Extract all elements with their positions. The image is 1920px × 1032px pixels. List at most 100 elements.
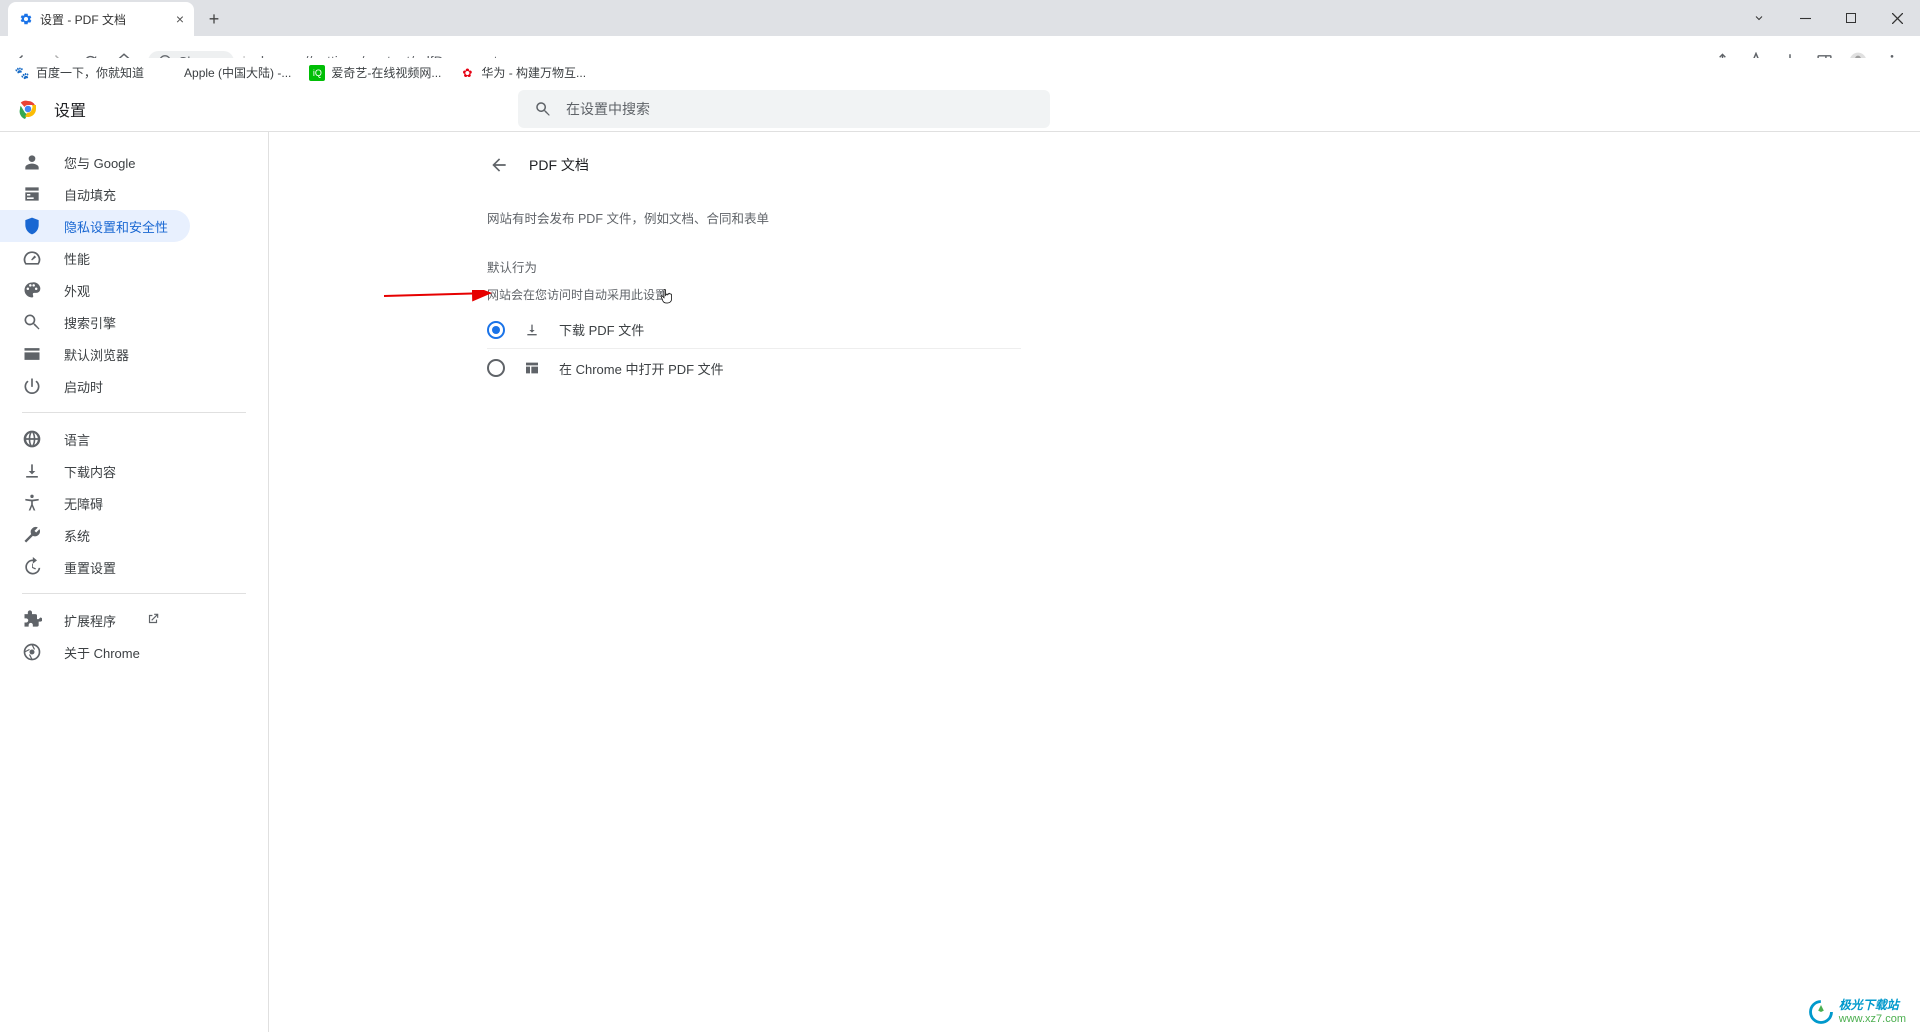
content-title: PDF 文档	[529, 155, 589, 175]
settings-body: 您与 Google 自动填充 隐私设置和安全性 性能 外观 搜索引擎	[0, 132, 1920, 1032]
sidebar-item-search-engine[interactable]: 搜索引擎	[0, 306, 190, 338]
window-close-button[interactable]	[1874, 3, 1920, 33]
minimize-button[interactable]	[1782, 3, 1828, 33]
section-subtitle: 网站会在您访问时自动采用此设置	[487, 286, 1021, 303]
bookmark-item[interactable]: ✿ 华为 - 构建万物互...	[459, 64, 586, 81]
divider	[22, 593, 246, 594]
globe-icon	[22, 429, 42, 449]
accessibility-icon	[22, 493, 42, 513]
option-label: 在 Chrome 中打开 PDF 文件	[559, 359, 724, 378]
option-download-pdf[interactable]: 下载 PDF 文件	[487, 311, 1021, 349]
watermark: 极光下载站 www.xz7.com	[1807, 998, 1906, 1026]
option-open-in-chrome[interactable]: 在 Chrome 中打开 PDF 文件	[487, 349, 1021, 387]
sidebar-item-system[interactable]: 系统	[0, 519, 190, 551]
sidebar-item-label: 系统	[64, 526, 90, 545]
settings-page: 设置 在设置中搜索 您与 Google 自动填充 隐私设置和安全性	[0, 86, 1920, 1032]
sidebar-item-autofill[interactable]: 自动填充	[0, 178, 190, 210]
bookmark-label: Apple (中国大陆) -...	[184, 64, 291, 81]
window-controls	[1736, 0, 1920, 36]
search-input[interactable]: 在设置中搜索	[518, 90, 1050, 128]
tab-title: 设置 - PDF 文档	[40, 11, 126, 28]
gear-icon	[18, 11, 34, 27]
sidebar-item-label: 无障碍	[64, 494, 103, 513]
search-placeholder: 在设置中搜索	[566, 99, 650, 119]
sidebar-item-appearance[interactable]: 外观	[0, 274, 190, 306]
bookmark-label: 爱奇艺-在线视频网...	[331, 64, 441, 81]
sidebar-item-reset[interactable]: 重置设置	[0, 551, 190, 583]
apple-icon	[162, 65, 178, 81]
sidebar-item-about-chrome[interactable]: 关于 Chrome	[0, 636, 190, 668]
open-in-browser-icon	[523, 360, 541, 376]
sidebar-item-label: 默认浏览器	[64, 345, 129, 364]
sidebar-item-label: 您与 Google	[64, 153, 136, 172]
sidebar-item-default-browser[interactable]: 默认浏览器	[0, 338, 190, 370]
settings-header: 设置 在设置中搜索	[0, 86, 1920, 132]
bookmarks-bar: 🐾 百度一下，你就知道 Apple (中国大陆) -... iQ 爱奇艺-在线视…	[0, 58, 1920, 88]
sidebar-item-label: 搜索引擎	[64, 313, 116, 332]
bookmark-label: 百度一下，你就知道	[36, 64, 144, 81]
radio-unselected-icon	[487, 359, 505, 377]
radio-selected-icon	[487, 321, 505, 339]
content-description: 网站有时会发布 PDF 文件，例如文档、合同和表单	[487, 208, 1021, 227]
sidebar-item-you-and-google[interactable]: 您与 Google	[0, 146, 190, 178]
restore-icon	[22, 557, 42, 577]
sidebar-item-label: 关于 Chrome	[64, 643, 140, 662]
bookmark-item[interactable]: 🐾 百度一下，你就知道	[14, 64, 144, 81]
iqiyi-icon: iQ	[309, 65, 325, 81]
new-tab-button[interactable]: +	[200, 5, 228, 33]
wrench-icon	[22, 525, 42, 545]
tab-strip: 设置 - PDF 文档 × +	[0, 0, 1920, 36]
watermark-logo-icon	[1807, 998, 1835, 1026]
tab-search-button[interactable]	[1736, 3, 1782, 33]
back-arrow-button[interactable]	[487, 153, 511, 177]
extension-icon	[22, 610, 42, 630]
sidebar-item-label: 扩展程序	[64, 611, 116, 630]
bookmark-item[interactable]: iQ 爱奇艺-在线视频网...	[309, 64, 441, 81]
sidebar-item-downloads[interactable]: 下载内容	[0, 455, 190, 487]
sidebar-item-label: 性能	[64, 249, 90, 268]
bookmark-item[interactable]: Apple (中国大陆) -...	[162, 64, 291, 81]
browser-tab[interactable]: 设置 - PDF 文档 ×	[8, 2, 194, 36]
chrome-logo-icon	[16, 97, 40, 121]
browser-icon	[22, 344, 42, 364]
content-header: PDF 文档	[487, 146, 1021, 184]
bookmark-label: 华为 - 构建万物互...	[481, 64, 586, 81]
search-icon	[534, 100, 552, 118]
external-link-icon	[146, 612, 160, 629]
sidebar-item-on-startup[interactable]: 启动时	[0, 370, 190, 402]
palette-icon	[22, 280, 42, 300]
sidebar-item-label: 隐私设置和安全性	[64, 217, 168, 236]
content-area: PDF 文档 网站有时会发布 PDF 文件，例如文档、合同和表单 默认行为 网站…	[268, 132, 1920, 1032]
watermark-url: www.xz7.com	[1839, 1013, 1906, 1025]
sidebar-item-label: 重置设置	[64, 558, 116, 577]
person-icon	[22, 152, 42, 172]
sidebar-item-accessibility[interactable]: 无障碍	[0, 487, 190, 519]
download-icon	[523, 322, 541, 338]
huawei-icon: ✿	[459, 65, 475, 81]
sidebar: 您与 Google 自动填充 隐私设置和安全性 性能 外观 搜索引擎	[0, 132, 268, 1032]
power-icon	[22, 376, 42, 396]
maximize-button[interactable]	[1828, 3, 1874, 33]
sidebar-item-label: 语言	[64, 430, 90, 449]
sidebar-item-performance[interactable]: 性能	[0, 242, 190, 274]
section-label: 默认行为	[487, 257, 1021, 276]
sidebar-item-label: 外观	[64, 281, 90, 300]
watermark-title: 极光下载站	[1839, 999, 1906, 1012]
baidu-icon: 🐾	[14, 65, 30, 81]
sidebar-item-extensions[interactable]: 扩展程序	[0, 604, 190, 636]
close-icon[interactable]: ×	[176, 11, 184, 27]
shield-icon	[22, 216, 42, 236]
page-title: 设置	[54, 97, 86, 121]
sidebar-item-label: 下载内容	[64, 462, 116, 481]
speedometer-icon	[22, 248, 42, 268]
download-icon	[22, 461, 42, 481]
sidebar-item-label: 启动时	[64, 377, 103, 396]
autofill-icon	[22, 184, 42, 204]
sidebar-item-privacy[interactable]: 隐私设置和安全性	[0, 210, 190, 242]
sidebar-item-languages[interactable]: 语言	[0, 423, 190, 455]
sidebar-item-label: 自动填充	[64, 185, 116, 204]
option-label: 下载 PDF 文件	[559, 320, 644, 339]
search-icon	[22, 312, 42, 332]
chrome-outline-icon	[22, 642, 42, 662]
divider	[22, 412, 246, 413]
